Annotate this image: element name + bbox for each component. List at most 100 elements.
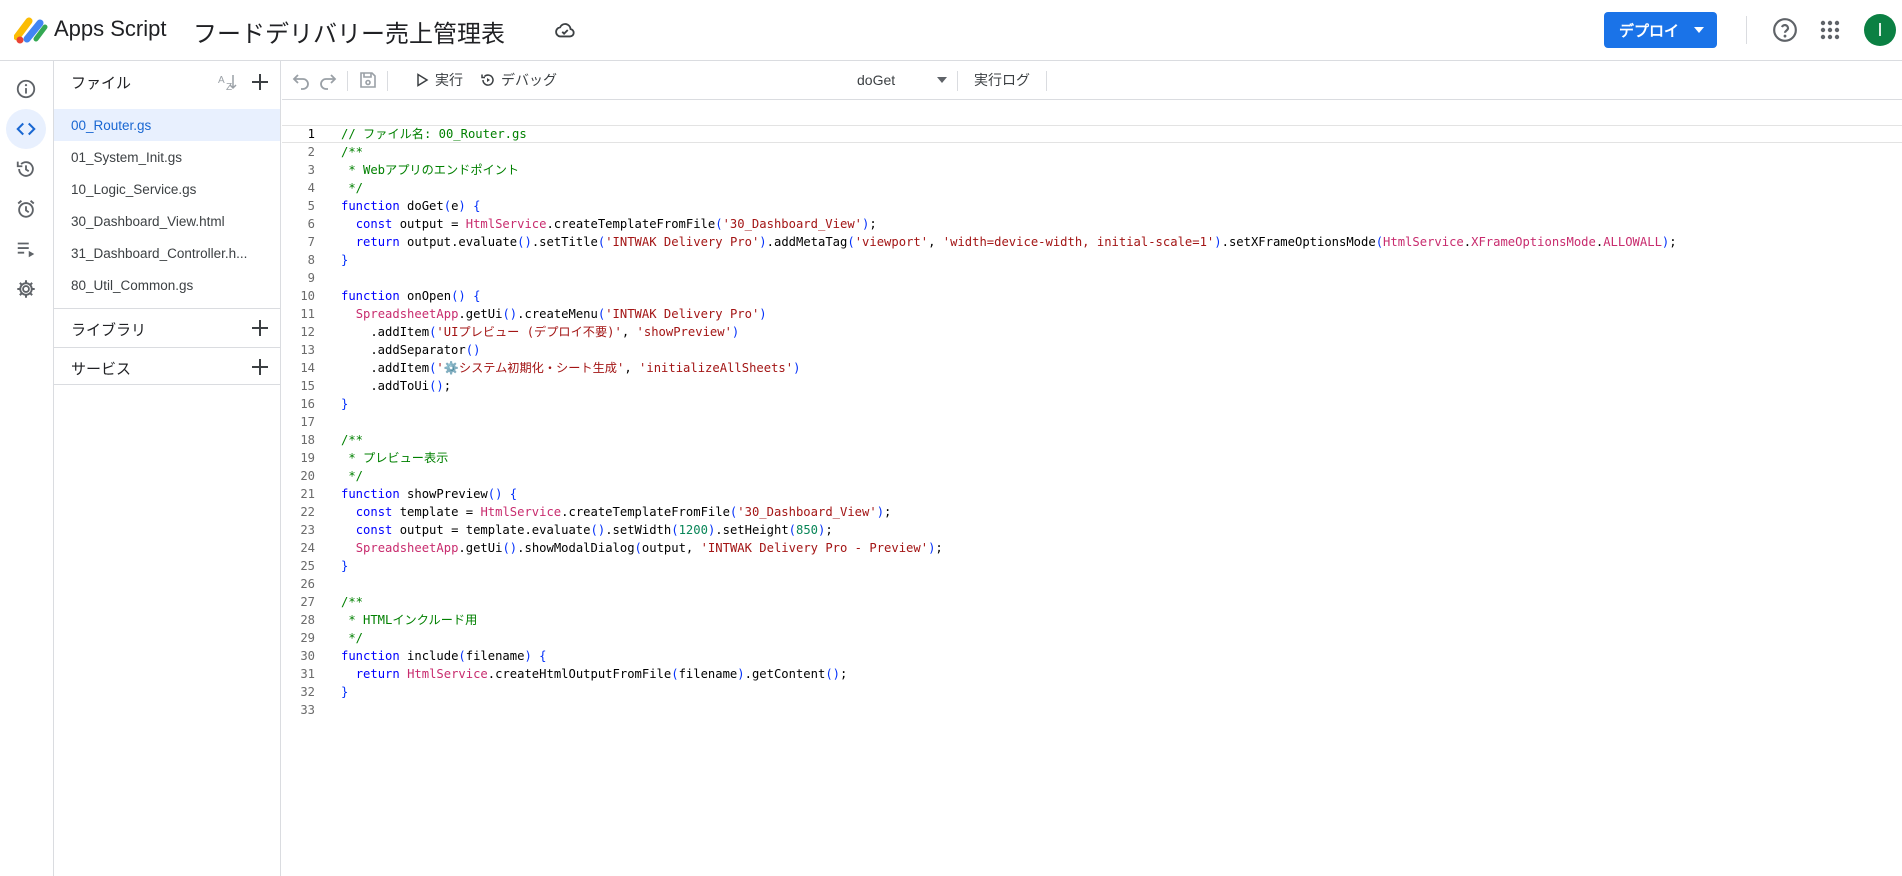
libraries-title: ライブラリ [71, 322, 147, 339]
code-line[interactable]: 2 /** [282, 143, 1902, 161]
code-text: */ [341, 181, 364, 195]
file-item[interactable]: 30_Dashboard_View.html [54, 205, 280, 237]
sort-az-icon[interactable]: A Z [217, 72, 239, 92]
code-line[interactable]: 25} [282, 557, 1902, 575]
line-number: 11 [300, 307, 315, 321]
code-line[interactable]: 31 return HtmlService.createHtmlOutputFr… [282, 665, 1902, 683]
chevron-down-icon [937, 77, 947, 83]
code-line[interactable]: 29 */ [282, 629, 1902, 647]
rail-settings[interactable] [6, 269, 46, 309]
line-number: 4 [307, 181, 315, 195]
deploy-button[interactable]: デプロイ [1604, 12, 1717, 48]
libraries-section[interactable]: ライブラリ [54, 308, 280, 346]
line-number: 2 [307, 145, 315, 159]
execution-log-label: 実行ログ [974, 72, 1030, 88]
line-number: 27 [300, 595, 315, 609]
project-title[interactable]: フードデリバリー売上管理表 [193, 14, 505, 49]
editor-toolbar: 実行 デバッグ doGet 実行ログ [282, 61, 1902, 100]
run-label: 実行 [435, 72, 463, 88]
code-line[interactable]: 4 */ [282, 179, 1902, 197]
code-line[interactable]: 22 const template = HtmlService.createTe… [282, 503, 1902, 521]
code-line[interactable]: 21 function showPreview() { [282, 485, 1902, 503]
services-section[interactable]: サービス [54, 347, 280, 385]
code-line[interactable]: 3 * Webアプリのエンドポイント [282, 161, 1902, 179]
code-line[interactable]: 20 */ [282, 467, 1902, 485]
undo-icon[interactable] [291, 70, 311, 90]
code-text: /** [341, 433, 364, 447]
code-text: const template = HtmlService.createTempl… [355, 505, 892, 519]
code-text: return output.evaluate().setTitle('INTWA… [355, 235, 1677, 249]
code-text: return HtmlService.createHtmlOutputFromF… [355, 667, 848, 681]
line-number: 13 [300, 343, 315, 357]
code-line[interactable]: 33 [282, 701, 1902, 719]
execution-log-button[interactable]: 実行ログ [974, 69, 1030, 91]
file-item[interactable]: 80_Util_Common.gs [54, 269, 280, 301]
play-icon [417, 73, 429, 87]
code-line[interactable]: 9 [282, 269, 1902, 287]
file-item[interactable]: 10_Logic_Service.gs [54, 173, 280, 205]
add-file-icon[interactable] [249, 71, 271, 93]
code-line[interactable]: 13 .addSeparator() [282, 341, 1902, 359]
rail-triggers[interactable] [6, 189, 46, 229]
code-line[interactable]: 30 function include(filename) { [282, 647, 1902, 665]
code-line[interactable]: 17 [282, 413, 1902, 431]
line-number: 24 [300, 541, 315, 555]
code-text: // ファイル名: 00_Router.gs [341, 127, 527, 141]
code-line[interactable]: 23 const output = template.evaluate().se… [282, 521, 1902, 539]
code-text: * プレビュー表示 [341, 451, 449, 465]
code-line[interactable]: 19 * プレビュー表示 [282, 449, 1902, 467]
function-select-value: doGet [857, 72, 896, 88]
rail-executions[interactable] [6, 229, 46, 269]
rail-overview[interactable] [6, 69, 46, 109]
alarm-clock-icon [17, 200, 35, 218]
code-line[interactable]: 8} [282, 251, 1902, 269]
code-line[interactable]: 11 SpreadsheetApp.getUi().createMenu('IN… [282, 305, 1902, 323]
code-line[interactable]: 14 .addItem('⚙️システム初期化・シート生成', 'initiali… [282, 359, 1902, 377]
file-item[interactable]: 31_Dashboard_Controller.h... [54, 237, 280, 269]
gear-icon [17, 280, 35, 298]
code-line[interactable]: 15 .addToUi(); [282, 377, 1902, 395]
run-button[interactable]: 実行 [414, 69, 463, 91]
apps-script-logo-icon[interactable] [14, 15, 48, 45]
code-text: SpreadsheetApp.getUi().showModalDialog(o… [355, 541, 943, 555]
line-number: 22 [300, 505, 315, 519]
code-line[interactable]: 32} [282, 683, 1902, 701]
rail-editor[interactable] [6, 109, 46, 149]
code-line[interactable]: 18 /** [282, 431, 1902, 449]
deploy-label: デプロイ [1619, 22, 1680, 40]
code-line[interactable]: 16} [282, 395, 1902, 413]
code-text: */ [341, 469, 364, 483]
google-apps-icon[interactable] [1820, 20, 1840, 40]
product-name[interactable]: Apps Script [54, 16, 167, 42]
code-line[interactable]: 5 function doGet(e) { [282, 197, 1902, 215]
code-line[interactable]: 6 const output = HtmlService.createTempl… [282, 215, 1902, 233]
code-editor[interactable]: 1 // ファイル名: 00_Router.gs 2 /** 3 * Webアプリのエン… [282, 100, 1902, 876]
code-text: .addSeparator() [341, 343, 481, 357]
add-library-icon[interactable] [249, 317, 271, 339]
file-item[interactable]: 00_Router.gs [54, 109, 280, 141]
debug-button[interactable]: デバッグ [480, 69, 557, 91]
code-line[interactable]: 26 [282, 575, 1902, 593]
line-number: 8 [307, 253, 315, 267]
code-line[interactable]: 7 return output.evaluate().setTitle('INT… [282, 233, 1902, 251]
rail-history[interactable] [6, 149, 46, 189]
left-nav-rail [0, 61, 54, 876]
code-line[interactable]: 10 function onOpen() { [282, 287, 1902, 305]
line-number: 5 [307, 199, 315, 213]
help-icon[interactable] [1772, 17, 1798, 43]
code-line[interactable]: 12 .addItem('UIプレビュー (デプロイ不要)', 'showPre… [282, 323, 1902, 341]
function-select[interactable]: doGet [857, 69, 947, 91]
avatar[interactable]: I [1864, 14, 1896, 46]
redo-icon[interactable] [318, 70, 338, 90]
code-line[interactable]: 24 SpreadsheetApp.getUi().showModalDialo… [282, 539, 1902, 557]
line-number: 7 [307, 235, 315, 249]
code-line[interactable]: 1 // ファイル名: 00_Router.gs [282, 125, 1902, 143]
code-line[interactable]: 27 /** [282, 593, 1902, 611]
file-item[interactable]: 01_System_Init.gs [54, 141, 280, 173]
add-service-icon[interactable] [249, 356, 271, 378]
code-text: SpreadsheetApp.getUi().createMenu('INTWA… [355, 307, 767, 321]
save-icon[interactable] [358, 70, 378, 90]
line-number: 30 [300, 649, 315, 663]
code-text: /** [341, 145, 364, 159]
code-line[interactable]: 28 * HTMLインクルード用 [282, 611, 1902, 629]
